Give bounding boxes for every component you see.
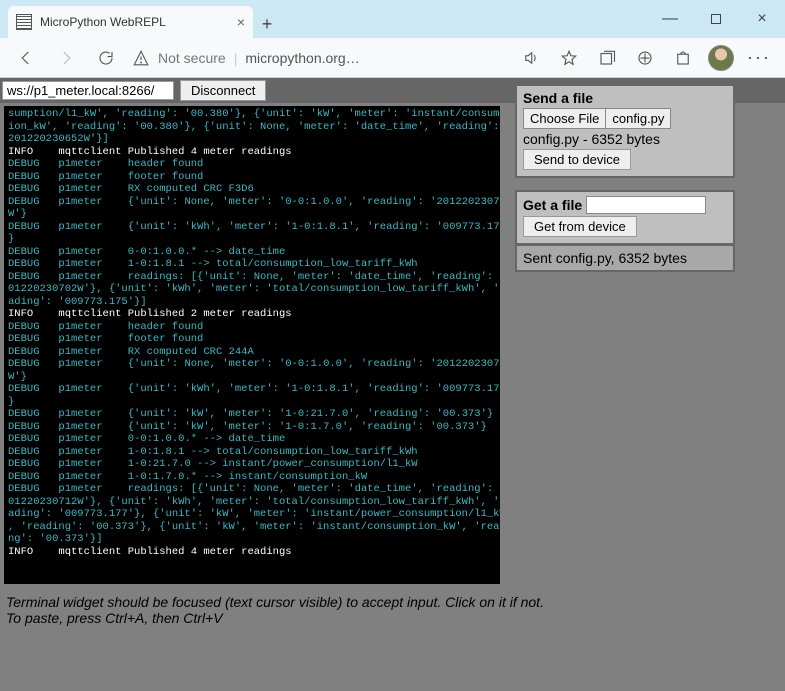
get-file-input[interactable] xyxy=(586,196,706,214)
terminal-hint: Terminal widget should be focused (text … xyxy=(6,594,544,626)
maximize-button[interactable] xyxy=(693,0,739,38)
terminal-output[interactable]: sumption/l1_kW', 'reading': '00.380'}, {… xyxy=(4,106,500,584)
browser-toolbar: Not secure | micropython.org… ··· xyxy=(0,38,785,78)
not-secure-icon xyxy=(132,49,150,67)
new-tab-button[interactable]: + xyxy=(253,10,281,38)
tab-title: MicroPython WebREPL xyxy=(40,15,166,29)
choose-file-button[interactable]: Choose File xyxy=(524,109,606,128)
chosen-filename: config.py xyxy=(606,109,670,128)
collections-button[interactable] xyxy=(589,42,625,74)
window-controls: — × xyxy=(647,0,785,38)
get-file-title: Get a file xyxy=(523,197,582,213)
transfer-status: Sent config.py, 6352 bytes xyxy=(515,244,735,272)
address-bar[interactable]: Not secure | micropython.org… xyxy=(128,49,364,67)
close-tab-icon[interactable]: × xyxy=(237,14,245,30)
favorites-button[interactable] xyxy=(551,42,587,74)
send-to-device-button[interactable]: Send to device xyxy=(523,149,631,170)
get-file-panel: Get a file Get from device xyxy=(515,190,735,245)
browser-tab[interactable]: MicroPython WebREPL × xyxy=(8,6,253,38)
page-body: Disconnect sumption/l1_kW', 'reading': '… xyxy=(0,78,785,691)
close-window-button[interactable]: × xyxy=(739,0,785,38)
send-file-title: Send a file xyxy=(523,90,727,106)
hint-line-1: Terminal widget should be focused (text … xyxy=(6,594,544,610)
ws-url-input[interactable] xyxy=(2,81,174,100)
refresh-button[interactable] xyxy=(88,42,124,74)
minimize-button[interactable]: — xyxy=(647,0,693,38)
site-icon xyxy=(16,14,32,30)
transfer-status-text: Sent config.py, 6352 bytes xyxy=(523,250,687,266)
url-text: micropython.org… xyxy=(245,50,359,66)
forward-button[interactable] xyxy=(48,42,84,74)
extensions-button[interactable] xyxy=(627,42,663,74)
not-secure-label: Not secure xyxy=(158,50,226,66)
profile-avatar[interactable] xyxy=(703,42,739,74)
send-file-panel: Send a file Choose File config.py config… xyxy=(515,84,735,178)
shopping-button[interactable] xyxy=(665,42,701,74)
get-from-device-button[interactable]: Get from device xyxy=(523,216,637,237)
titlebar: MicroPython WebREPL × + — × xyxy=(0,0,785,38)
back-button[interactable] xyxy=(8,42,44,74)
disconnect-button[interactable]: Disconnect xyxy=(180,80,266,101)
more-menu-button[interactable]: ··· xyxy=(741,42,777,74)
choose-file-input[interactable]: Choose File config.py xyxy=(523,108,671,129)
send-status: config.py - 6352 bytes xyxy=(523,131,727,147)
read-aloud-button[interactable] xyxy=(513,42,549,74)
hint-line-2: To paste, press Ctrl+A, then Ctrl+V xyxy=(6,610,544,626)
